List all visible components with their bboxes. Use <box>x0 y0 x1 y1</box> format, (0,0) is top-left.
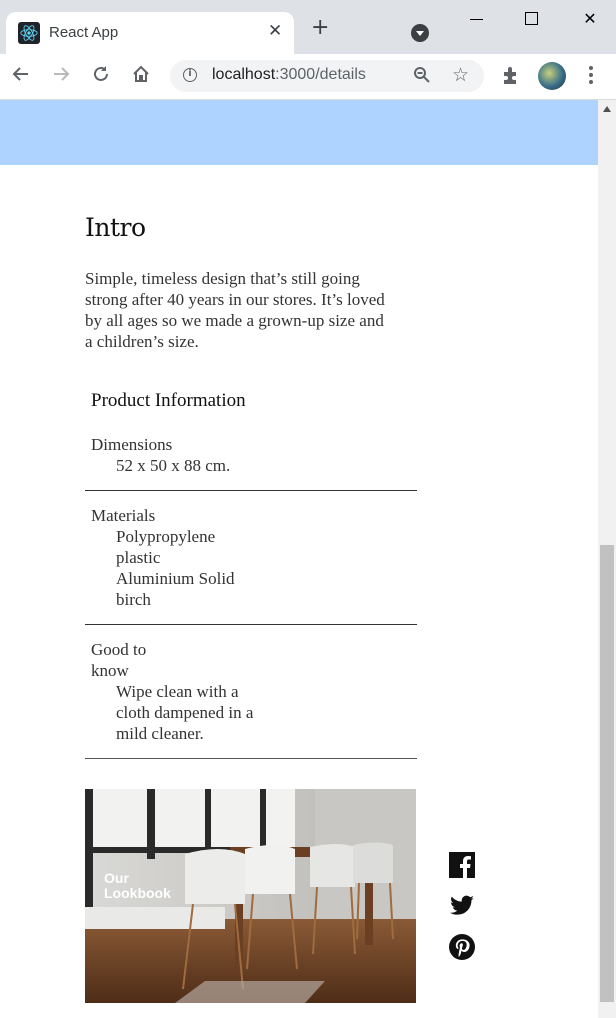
browser-tab[interactable]: React App ✕ <box>6 12 294 54</box>
vertical-scrollbar[interactable] <box>598 100 616 1018</box>
react-logo-icon <box>18 22 40 44</box>
browser-titlebar: React App ✕ + ✕ <box>0 0 616 54</box>
product-information: Product Information Dimensions 52 x 50 x… <box>85 388 417 759</box>
lookbook-banner[interactable]: Our Lookbook <box>85 789 416 1003</box>
page-viewport: Intro Simple, timeless design that’s sti… <box>0 100 598 1018</box>
pinterest-icon[interactable] <box>449 934 475 960</box>
site-info-icon[interactable] <box>183 68 197 82</box>
reload-button[interactable] <box>89 64 113 88</box>
lookbook-label: Our Lookbook <box>104 870 171 901</box>
profile-avatar[interactable] <box>538 62 566 90</box>
info-value: Wipe clean with a cloth dampened in a mi… <box>116 682 254 743</box>
minimize-button[interactable] <box>466 8 488 30</box>
info-section-dimensions: Dimensions 52 x 50 x 88 cm. <box>85 414 417 491</box>
zoom-out-icon[interactable] <box>413 66 431 89</box>
info-term: Materials <box>91 506 156 525</box>
product-info-heading: Product Information <box>91 390 246 411</box>
close-tab-icon[interactable]: ✕ <box>268 21 282 41</box>
intro-text: Simple, timeless design that’s still goi… <box>85 269 385 351</box>
new-tab-button[interactable]: + <box>311 17 329 39</box>
home-button[interactable] <box>129 64 153 88</box>
scroll-up-arrow-icon[interactable] <box>603 106 611 112</box>
info-section-materials: Materials Polypropylene plastic Aluminiu… <box>85 491 417 625</box>
intro-heading: Intro <box>85 213 146 242</box>
facebook-icon[interactable] <box>449 852 475 878</box>
bookmark-star-icon[interactable]: ☆ <box>452 64 469 86</box>
info-value: Aluminium Solid birch <box>116 569 235 609</box>
twitter-icon[interactable] <box>449 893 475 919</box>
scrollbar-thumb[interactable] <box>600 545 614 1002</box>
info-term: Good to know <box>91 640 147 680</box>
social-share <box>449 852 475 975</box>
tab-search-icon[interactable] <box>411 24 429 42</box>
info-section-good-to-know: Good to know Wipe clean with a cloth dam… <box>85 625 417 759</box>
maximize-button[interactable] <box>521 8 543 30</box>
extensions-puzzle-icon[interactable] <box>500 64 522 86</box>
tab-title: React App <box>49 24 119 41</box>
forward-button[interactable] <box>49 64 73 88</box>
info-term: Dimensions <box>91 435 173 454</box>
close-window-button[interactable]: ✕ <box>579 8 601 30</box>
browser-menu-icon[interactable] <box>585 64 597 88</box>
hero-banner <box>0 100 598 165</box>
address-bar[interactable]: localhost:3000/details ☆ <box>170 60 484 92</box>
browser-toolbar: localhost:3000/details ☆ <box>0 54 616 100</box>
info-value: 52 x 50 x 88 cm. <box>116 456 231 475</box>
url-text[interactable]: localhost:3000/details <box>212 66 366 84</box>
info-value: Polypropylene plastic <box>116 527 216 567</box>
back-button[interactable] <box>9 64 33 88</box>
